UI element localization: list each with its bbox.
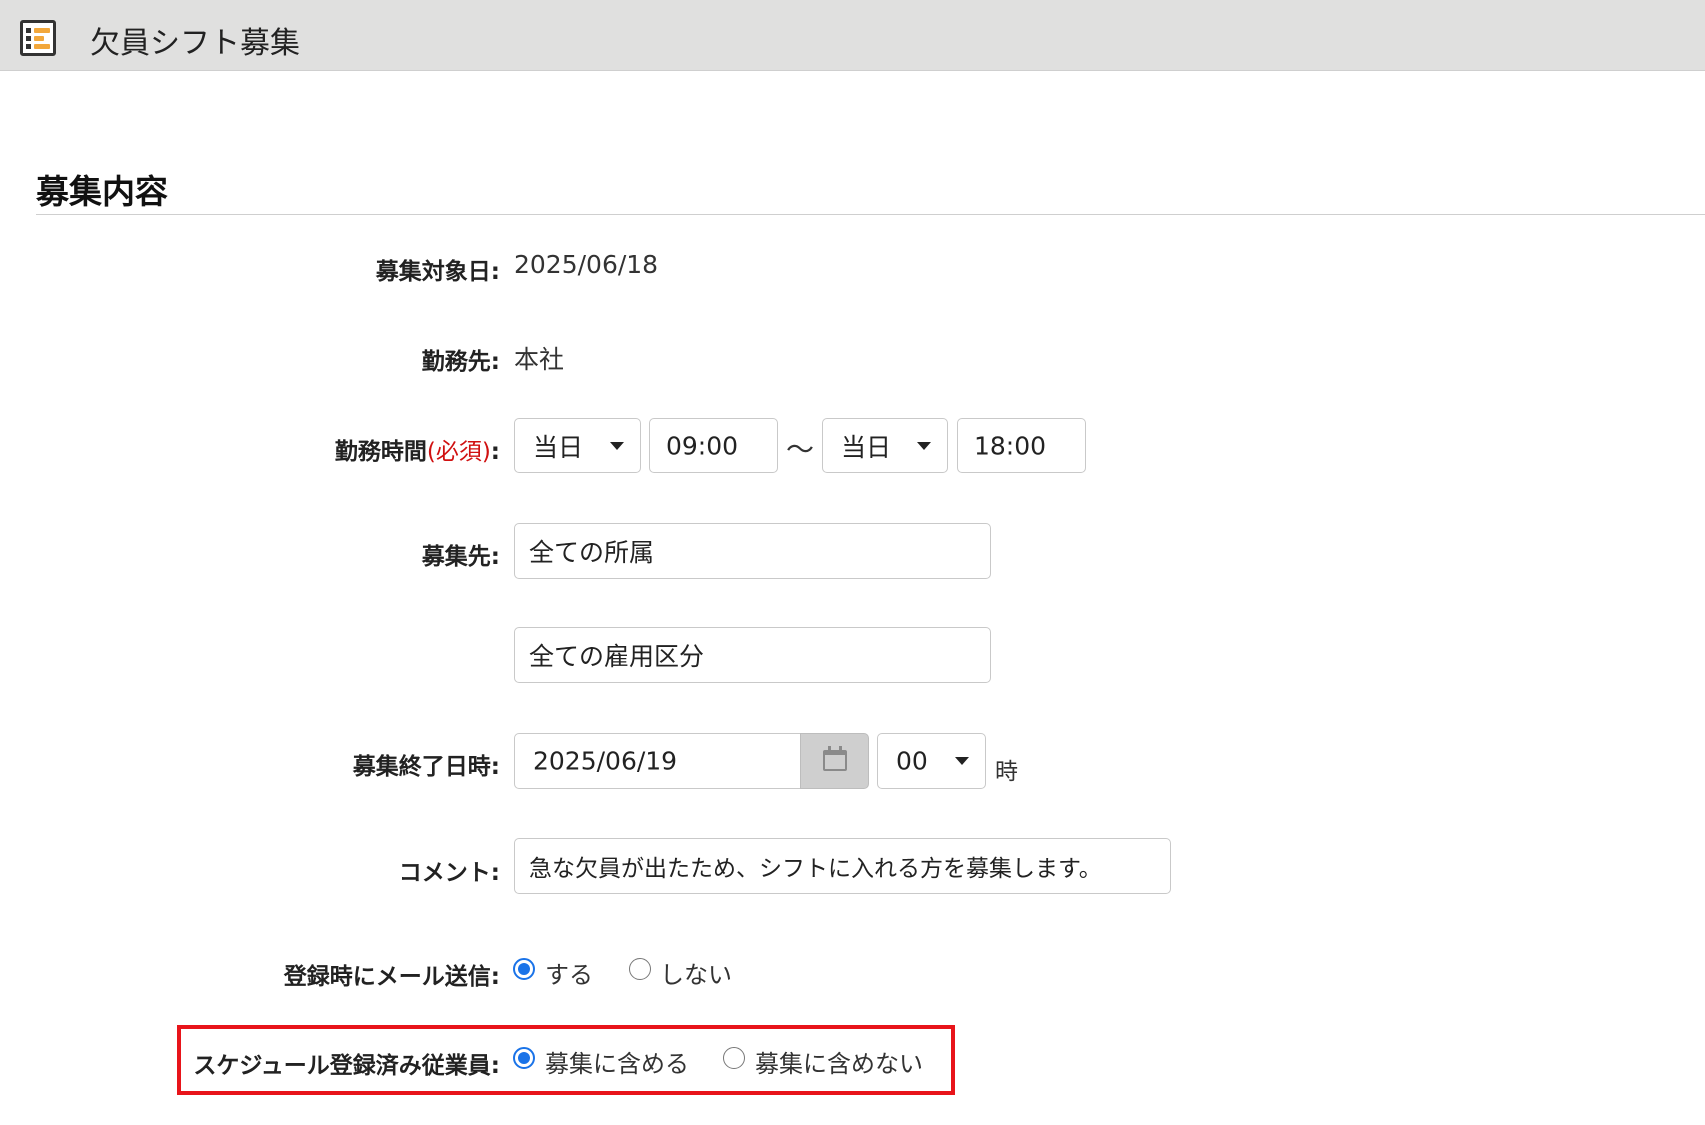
- start-time-input[interactable]: 09:00: [649, 418, 778, 473]
- window-title: 欠員シフト募集: [90, 26, 300, 61]
- end-hour-value: 00: [896, 746, 928, 776]
- title-bar: 欠員シフト募集: [0, 0, 1705, 71]
- required-marker: (必須): [426, 439, 491, 465]
- end-hour-select[interactable]: 00: [877, 733, 986, 789]
- highlight-box: [177, 1025, 955, 1095]
- mail-send-yes-radio[interactable]: [513, 958, 535, 980]
- end-datetime-label: 募集終了日時:: [352, 754, 500, 780]
- caret-down-icon: [917, 441, 931, 450]
- mail-send-yes-label[interactable]: する: [545, 955, 593, 990]
- caret-down-icon: [955, 757, 969, 765]
- work-time-label-text: 勤務時間: [334, 439, 427, 465]
- time-range-separator: ～: [786, 433, 815, 466]
- icon-bar: [34, 36, 44, 41]
- start-day-value: 当日: [533, 432, 584, 462]
- end-time-input[interactable]: 18:00: [957, 418, 1086, 473]
- calendar-button[interactable]: [800, 733, 869, 789]
- target-date-value: 2025/06/18: [514, 250, 659, 279]
- end-date-input[interactable]: 2025/06/19: [514, 733, 801, 789]
- recruit-to-label: 募集先:: [421, 544, 500, 570]
- employment-type-select[interactable]: 全ての雇用区分: [514, 627, 991, 683]
- mail-on-register-label: 登録時にメール送信:: [283, 964, 500, 990]
- comment-input[interactable]: 急な欠員が出たため、シフトに入れる方を募集します。: [514, 838, 1171, 894]
- mail-send-no-label[interactable]: しない: [660, 955, 732, 990]
- icon-bar: [34, 28, 50, 33]
- calendar-icon: [823, 746, 847, 771]
- comment-label: コメント:: [398, 860, 500, 886]
- hour-unit: 時: [995, 759, 1018, 785]
- comment-value: 急な欠員が出たため、シフトに入れる方を募集します。: [529, 856, 1102, 882]
- end-time-value: 18:00: [974, 431, 1047, 460]
- shift-app-icon: [20, 20, 56, 56]
- icon-dot: [26, 44, 31, 49]
- affiliation-select[interactable]: 全ての所属: [514, 523, 991, 579]
- section-divider: [36, 214, 1705, 215]
- start-time-value: 09:00: [666, 431, 739, 460]
- end-date-value: 2025/06/19: [533, 746, 678, 776]
- label-colon: :: [490, 439, 500, 465]
- work-time-label: 勤務時間(必須):: [335, 432, 500, 466]
- start-day-select[interactable]: 当日: [514, 418, 641, 473]
- target-date-label: 募集対象日:: [375, 259, 500, 285]
- end-day-value: 当日: [841, 432, 892, 462]
- employment-type-value: 全ての雇用区分: [529, 642, 705, 671]
- icon-dot: [26, 36, 31, 41]
- affiliation-value: 全ての所属: [529, 538, 655, 567]
- section-title: 募集内容: [36, 172, 168, 211]
- caret-down-icon: [610, 441, 624, 450]
- workplace-value: 本社: [514, 345, 565, 374]
- icon-bar: [34, 44, 50, 49]
- mail-send-no-radio[interactable]: [629, 958, 651, 980]
- end-day-select[interactable]: 当日: [822, 418, 948, 473]
- workplace-label: 勤務先:: [421, 349, 500, 375]
- icon-dot: [26, 28, 31, 33]
